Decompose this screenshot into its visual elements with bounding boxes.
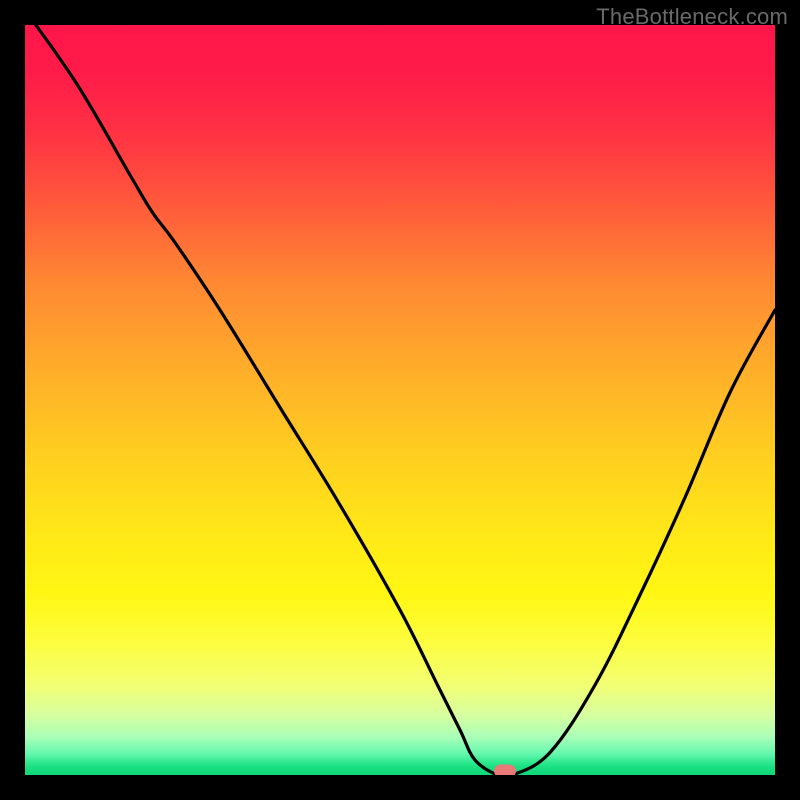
bottleneck-curve xyxy=(25,25,775,775)
plot-area xyxy=(25,25,775,775)
optimal-point-marker xyxy=(494,764,516,775)
curve-svg xyxy=(25,25,775,775)
chart-frame: TheBottleneck.com xyxy=(0,0,800,800)
watermark-text: TheBottleneck.com xyxy=(596,4,788,30)
